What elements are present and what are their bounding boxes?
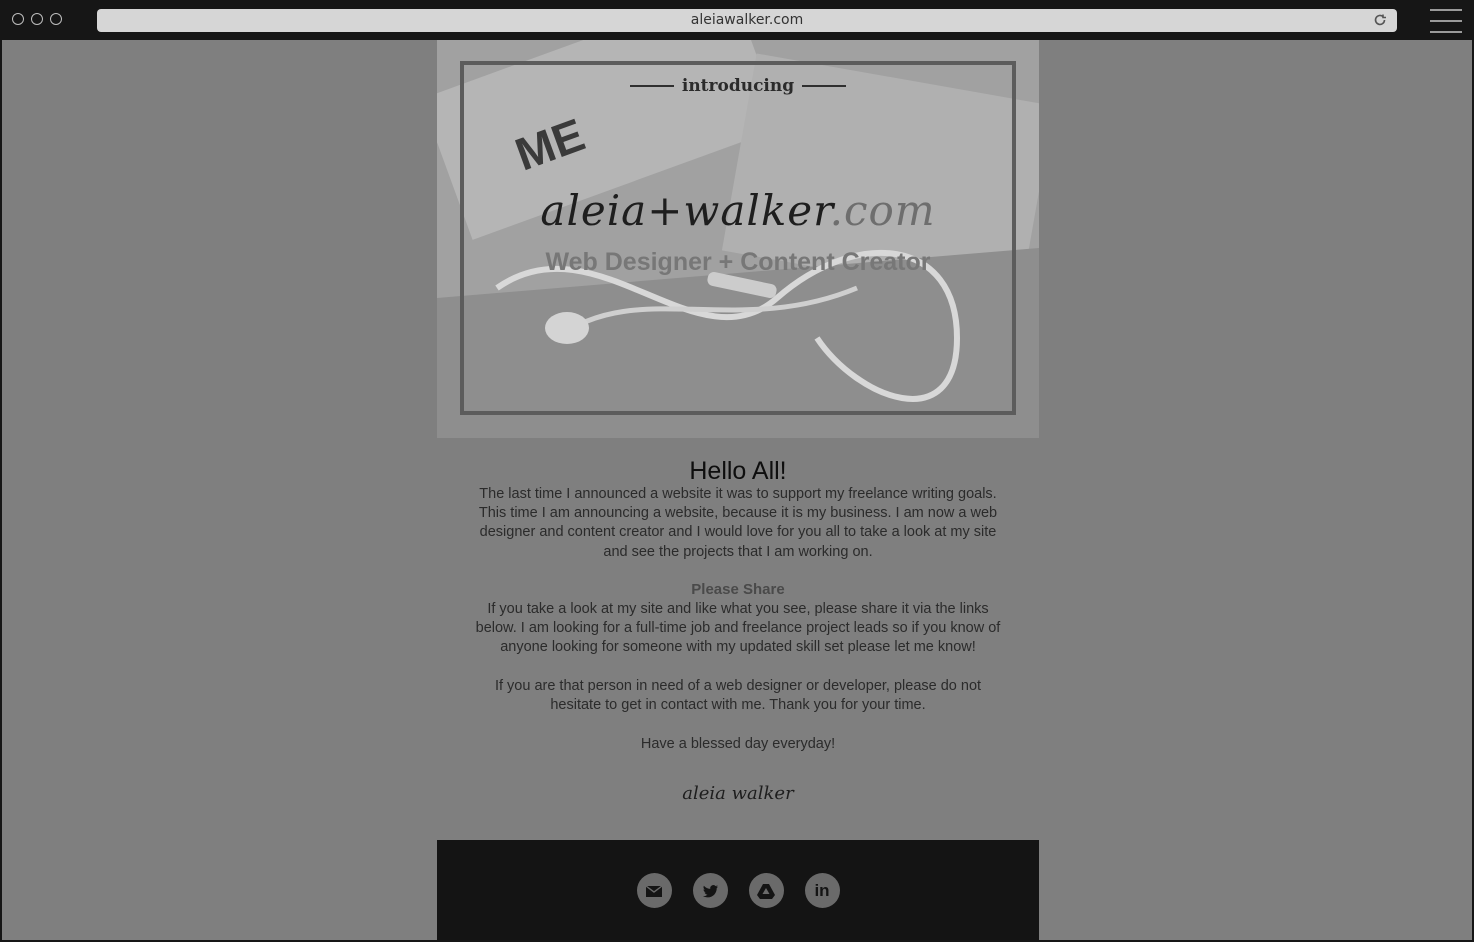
url-text: aleiawalker.com xyxy=(690,12,804,28)
post-heading: Hello All! xyxy=(689,457,787,485)
introducing-row: introducing xyxy=(437,76,1039,96)
twitter-icon[interactable] xyxy=(692,873,728,908)
brand-name: aleia+walker xyxy=(540,186,830,235)
brand-tld: .com xyxy=(829,186,936,235)
share-heading: Please Share xyxy=(691,581,785,598)
reload-icon[interactable] xyxy=(1372,12,1388,28)
linkedin-label: in xyxy=(814,880,830,900)
signature: aleia walker xyxy=(682,783,794,804)
social-links: in xyxy=(437,873,1039,908)
divider-line xyxy=(629,85,674,87)
hero-banner: ME introducing aleia+walker.com Web Desi… xyxy=(437,40,1039,438)
maximize-window-button[interactable] xyxy=(50,13,62,25)
divider-line xyxy=(802,85,847,87)
page-viewport: ME introducing aleia+walker.com Web Desi… xyxy=(2,40,1472,940)
minimize-window-button[interactable] xyxy=(31,13,43,25)
close-window-button[interactable] xyxy=(12,13,24,25)
google-drive-icon[interactable] xyxy=(748,873,784,908)
footer: in xyxy=(437,840,1039,940)
page-content: ME introducing aleia+walker.com Web Desi… xyxy=(437,40,1039,940)
paragraph-share: If you take a look at my site and like w… xyxy=(475,601,1001,656)
introducing-label: introducing xyxy=(681,76,795,96)
paragraph-intro: The last time I announced a website it w… xyxy=(478,486,998,560)
address-bar[interactable]: aleiawalker.com xyxy=(97,9,1397,32)
brand-logo: aleia+walker.com xyxy=(437,186,1039,235)
paragraph-contact: If you are that person in need of a web … xyxy=(494,678,982,714)
browser-chrome: aleiawalker.com xyxy=(0,0,1474,40)
hero-frame xyxy=(460,61,1016,415)
hamburger-menu-icon[interactable] xyxy=(1430,9,1462,33)
tagline: Web Designer + Content Creator xyxy=(545,248,931,276)
paragraph-closing: Have a blessed day everyday! xyxy=(640,736,836,752)
post-body: Hello All! The last time I announced a w… xyxy=(437,438,1039,838)
window-controls xyxy=(12,13,62,25)
linkedin-icon[interactable]: in xyxy=(804,873,840,908)
email-icon[interactable] xyxy=(636,873,672,908)
